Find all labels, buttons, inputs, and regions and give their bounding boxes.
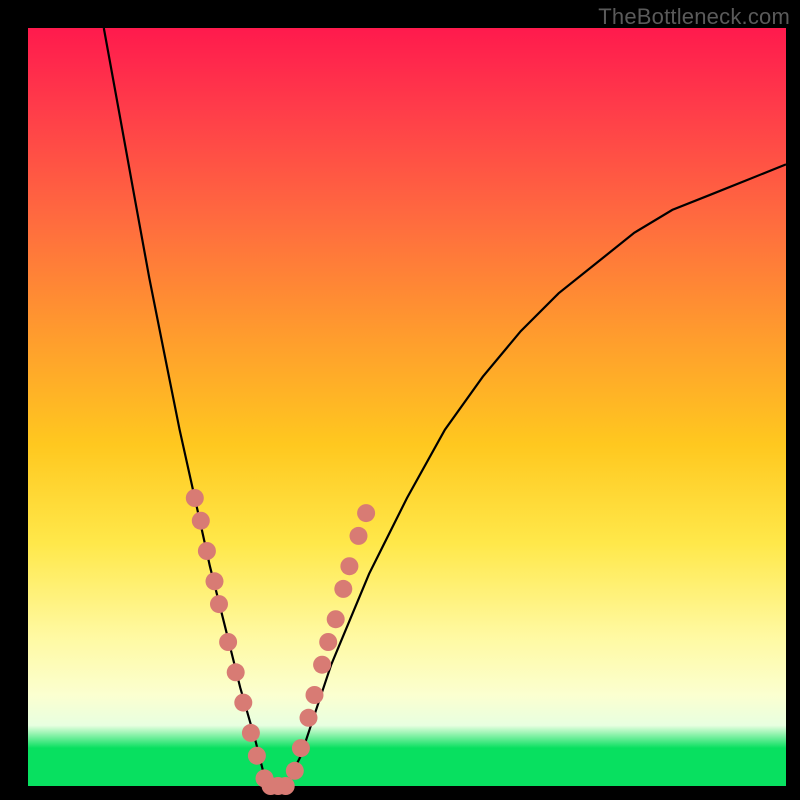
- curve-layer: [104, 28, 786, 786]
- watermark-text: TheBottleneck.com: [598, 4, 790, 30]
- highlight-dot: [357, 504, 375, 522]
- highlight-dot: [206, 572, 224, 590]
- highlight-dot: [192, 512, 210, 530]
- highlight-dot: [227, 663, 245, 681]
- highlight-dot: [319, 633, 337, 651]
- highlight-dot: [198, 542, 216, 560]
- highlight-dot: [313, 656, 331, 674]
- highlight-dot: [234, 694, 252, 712]
- highlight-dot: [248, 747, 266, 765]
- highlight-dot: [350, 527, 368, 545]
- highlight-dot: [306, 686, 324, 704]
- highlight-dot: [219, 633, 237, 651]
- bottleneck-curve: [104, 28, 786, 786]
- highlight-dot: [186, 489, 204, 507]
- highlight-dot: [340, 557, 358, 575]
- highlight-dot: [300, 709, 318, 727]
- highlight-dot: [286, 762, 304, 780]
- highlight-dot: [292, 739, 310, 757]
- highlight-dot: [242, 724, 260, 742]
- marker-layer: [186, 489, 375, 795]
- highlight-dot: [327, 610, 345, 628]
- highlight-dot: [277, 777, 295, 795]
- highlight-dot: [210, 595, 228, 613]
- plot-area: [28, 28, 786, 786]
- chart-svg: [28, 28, 786, 786]
- chart-frame: TheBottleneck.com: [0, 0, 800, 800]
- highlight-dot: [334, 580, 352, 598]
